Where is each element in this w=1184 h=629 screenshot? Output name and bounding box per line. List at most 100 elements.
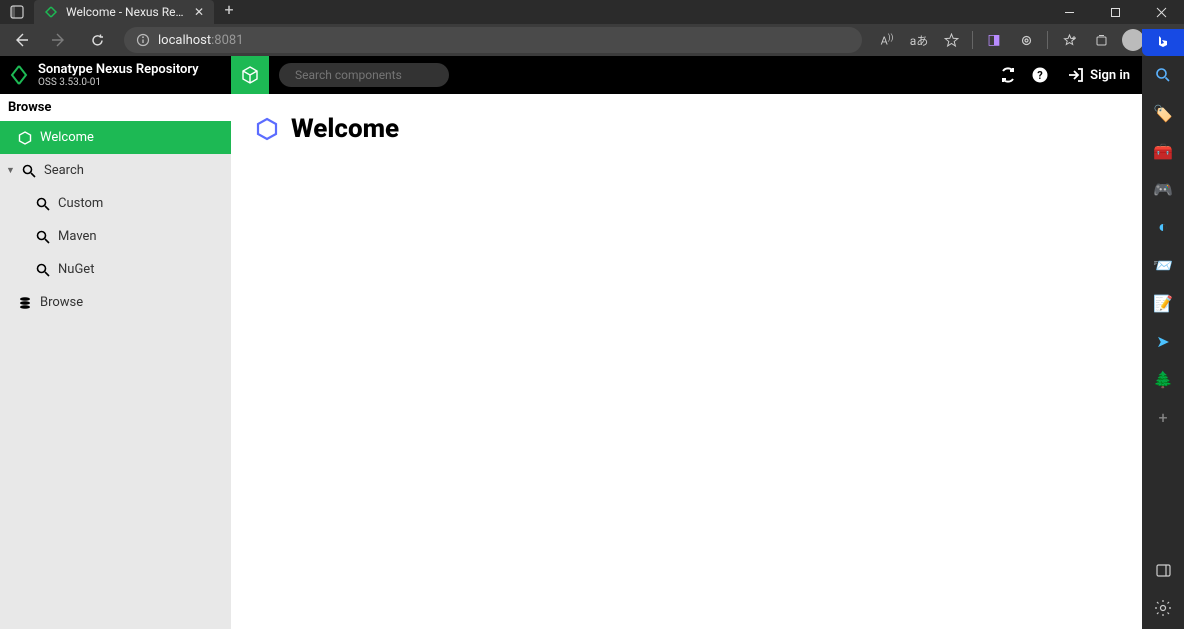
caret-down-icon: ▼	[6, 165, 14, 176]
extension-button-1[interactable]: ◨	[979, 26, 1009, 54]
tag-icon: 🏷️	[1153, 104, 1173, 123]
sidebar-settings-button[interactable]	[1150, 595, 1176, 621]
send-icon: ➤	[1156, 332, 1169, 351]
star-icon	[944, 33, 959, 48]
signin-label: Sign in	[1090, 68, 1130, 83]
sidebar-item-label: Maven	[58, 229, 97, 244]
favorites-list-button[interactable]	[1054, 26, 1084, 54]
welcome-hex-icon	[255, 117, 279, 141]
games-icon: 🎮	[1153, 180, 1173, 199]
sidebar-section-header: Browse	[0, 94, 231, 121]
signin-icon	[1068, 67, 1084, 83]
close-icon	[1156, 7, 1167, 18]
sidebar-item-maven[interactable]: Maven	[0, 220, 231, 253]
sidebar-item-label: Welcome	[40, 130, 94, 145]
tree-icon: 🌲	[1153, 370, 1173, 389]
split-icon	[1156, 563, 1171, 578]
sidebar-office-button[interactable]: ◐	[1150, 214, 1176, 240]
url-host: localhost	[158, 33, 211, 48]
bing-chat-button[interactable]	[1142, 29, 1184, 56]
toolbox-icon: 🧰	[1153, 142, 1173, 161]
maximize-icon	[1110, 7, 1121, 18]
search-icon	[22, 164, 36, 178]
signin-button[interactable]: Sign in	[1056, 67, 1142, 83]
search-icon	[36, 197, 50, 211]
read-aloud-icon: A))	[881, 33, 894, 48]
sidebar-item-label: Browse	[40, 295, 83, 310]
nexus-refresh-button[interactable]	[992, 56, 1024, 94]
sidebar-add-button[interactable]: +	[1150, 404, 1176, 430]
read-aloud-button[interactable]: A))	[872, 26, 902, 54]
refresh-icon	[90, 33, 105, 48]
sidebar-tree-button[interactable]: 🌲	[1150, 366, 1176, 392]
arrow-left-icon	[13, 32, 29, 48]
addressbar-right-icons: A)) aあ ◨ ⋯	[872, 26, 1180, 54]
browser-tab[interactable]: Welcome - Nexus Repository M... ✕	[34, 0, 214, 24]
info-icon	[136, 33, 150, 47]
translate-button[interactable]: aあ	[904, 26, 934, 54]
arrow-right-icon	[51, 32, 67, 48]
nexus-header: Sonatype Nexus Repository OSS 3.53.0-01 …	[0, 56, 1142, 94]
sidebar-search-button[interactable]	[1150, 62, 1176, 88]
tab-list-icon	[10, 5, 24, 19]
sidebar-item-label: Search	[44, 163, 84, 178]
puzzle-icon: ◨	[987, 32, 1000, 48]
tab-close-icon[interactable]: ✕	[194, 5, 204, 19]
extension-button-2[interactable]	[1011, 26, 1041, 54]
search-icon	[36, 263, 50, 277]
nexus-search-input[interactable]	[295, 68, 451, 82]
tab-title: Welcome - Nexus Repository M...	[66, 5, 186, 19]
url-field[interactable]: localhost:8081	[124, 27, 862, 53]
star-plus-icon	[1062, 33, 1077, 48]
window-minimize-button[interactable]	[1046, 0, 1092, 24]
cube-icon	[240, 65, 260, 85]
gear-outline-icon	[1019, 33, 1034, 48]
edit-icon: 📝	[1153, 294, 1173, 313]
outlook-icon: 📨	[1153, 256, 1173, 275]
bing-icon	[1154, 34, 1172, 52]
sidebar-games-button[interactable]: 🎮	[1150, 176, 1176, 202]
sidebar-item-label: Custom	[58, 196, 103, 211]
plus-icon: +	[1158, 408, 1167, 427]
window-maximize-button[interactable]	[1092, 0, 1138, 24]
nav-back-button[interactable]	[4, 26, 38, 54]
tab-list-button[interactable]	[0, 0, 34, 24]
collections-button[interactable]	[1086, 26, 1116, 54]
sidebar-item-browse[interactable]: Browse	[0, 286, 231, 319]
refresh-icon	[999, 66, 1017, 84]
new-tab-button[interactable]: +	[214, 0, 244, 19]
gear-icon	[1155, 600, 1171, 616]
sidebar-send-button[interactable]: ➤	[1150, 328, 1176, 354]
collections-icon	[1094, 33, 1109, 48]
sidebar-outlook-button[interactable]: 📨	[1150, 252, 1176, 278]
database-icon	[18, 296, 32, 310]
sidebar-shopping-button[interactable]: 🏷️	[1150, 100, 1176, 126]
search-icon	[1155, 67, 1171, 83]
nexus-help-button[interactable]: ?	[1024, 56, 1056, 94]
product-name: Sonatype Nexus Repository	[38, 62, 199, 77]
nexus-logo-icon	[8, 64, 30, 86]
sidebar-item-custom[interactable]: Custom	[0, 187, 231, 220]
help-icon: ?	[1031, 66, 1049, 84]
sidebar-item-welcome[interactable]: Welcome	[0, 121, 231, 154]
sidebar-split-button[interactable]	[1150, 557, 1176, 583]
nexus-logo-block[interactable]: Sonatype Nexus Repository OSS 3.53.0-01	[0, 62, 231, 88]
sidebar-tools-button[interactable]: 🧰	[1150, 138, 1176, 164]
nav-refresh-button[interactable]	[80, 26, 114, 54]
url-port: :8081	[211, 33, 243, 48]
sidebar-edit-button[interactable]: 📝	[1150, 290, 1176, 316]
nav-forward-button[interactable]	[42, 26, 76, 54]
home-hex-icon	[18, 131, 32, 145]
search-icon	[36, 230, 50, 244]
office-icon: ◐	[1158, 217, 1168, 237]
nexus-search-field[interactable]	[279, 63, 449, 87]
product-version: OSS 3.53.0-01	[38, 77, 199, 88]
nexus-home-button[interactable]	[231, 56, 269, 94]
sidebar-item-search[interactable]: ▼ Search	[0, 154, 231, 187]
favorite-button[interactable]	[936, 26, 966, 54]
nexus-main-content: Welcome	[231, 94, 1142, 629]
window-close-button[interactable]	[1138, 0, 1184, 24]
sidebar-item-nuget[interactable]: NuGet	[0, 253, 231, 286]
translate-icon: aあ	[910, 32, 929, 49]
browser-titlebar: Welcome - Nexus Repository M... ✕ +	[0, 0, 1184, 24]
